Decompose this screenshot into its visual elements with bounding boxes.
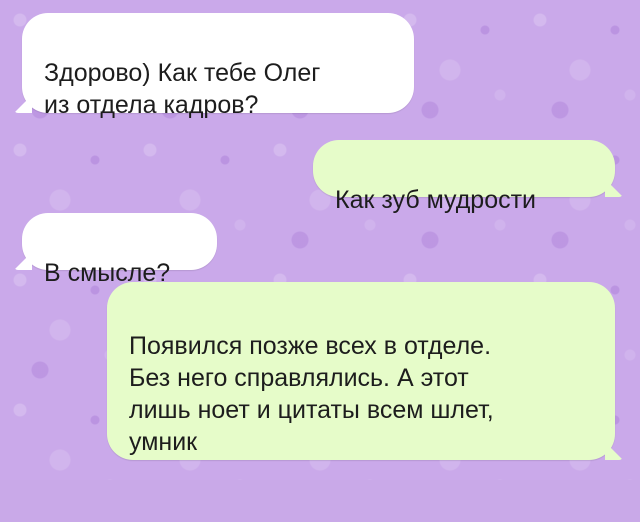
message-bubble-incoming[interactable]: В смысле? <box>14 213 217 287</box>
message-bubble-outgoing[interactable]: Как зуб мудрости <box>313 140 623 214</box>
message-text: Появился позже всех в отделе. Без него с… <box>129 332 494 456</box>
message-bubble-outgoing[interactable]: Появился позже всех в отделе. Без него с… <box>107 282 623 460</box>
message-text: Здорово) Как тебе Олег из отдела кадров? <box>44 59 321 119</box>
message-bubble-incoming[interactable]: Здорово) Как тебе Олег из отдела кадров? <box>14 13 414 119</box>
message-text: Как зуб мудрости <box>335 186 537 214</box>
